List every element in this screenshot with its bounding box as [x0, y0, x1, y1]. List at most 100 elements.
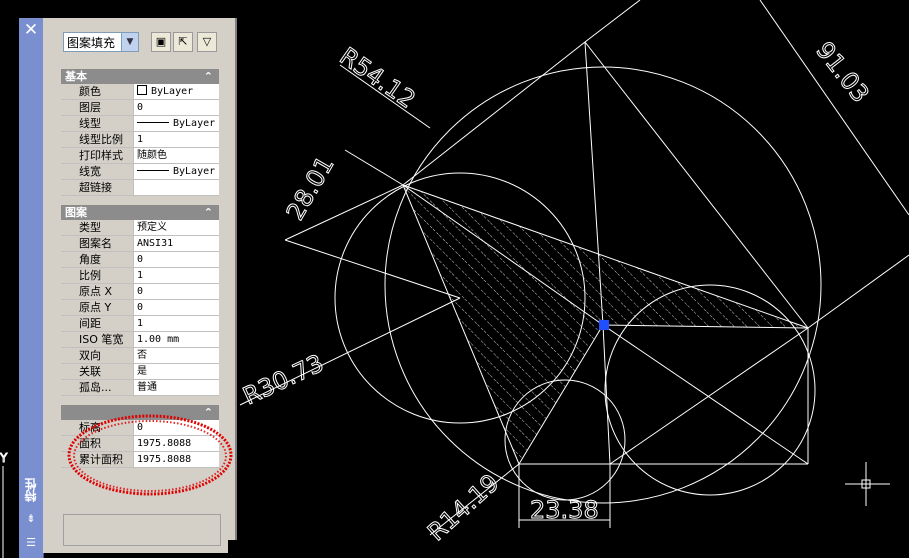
line-sample-icon: [137, 122, 169, 123]
property-row[interactable]: 比例 1: [61, 268, 219, 284]
property-value-text: ByLayer: [173, 166, 216, 177]
property-value[interactable]: 随颜色: [133, 148, 219, 163]
collapse-icon[interactable]: ⌃: [204, 69, 213, 84]
property-name: 角度: [61, 252, 133, 267]
property-name: 累计面积: [61, 452, 133, 467]
property-value[interactable]: ANSI31: [133, 236, 219, 251]
property-row[interactable]: 超链接: [61, 180, 219, 196]
quick-select-icon[interactable]: ▽: [197, 32, 217, 52]
section-basic-header[interactable]: 基本 ⌃: [61, 69, 219, 84]
property-name: 图案名: [61, 236, 133, 251]
line-sample-icon: [137, 170, 169, 171]
property-value[interactable]: 0: [133, 420, 219, 435]
property-value-text: 0: [137, 422, 144, 433]
property-name: 原点 X: [61, 284, 133, 299]
property-row[interactable]: 打印样式 随颜色: [61, 148, 219, 164]
property-value[interactable]: 是: [133, 364, 219, 379]
dim-r3073: R30.73: [239, 349, 328, 410]
property-name: 双向: [61, 348, 133, 363]
property-row[interactable]: 间距 1: [61, 316, 219, 332]
property-value-text: 1975.8088: [137, 438, 192, 449]
property-name: 打印样式: [61, 148, 133, 163]
grip-point[interactable]: [599, 320, 609, 330]
section-pattern-header[interactable]: 图案 ⌃: [61, 205, 219, 220]
property-row[interactable]: 双向否: [61, 348, 219, 364]
select-objects-icon[interactable]: ⇱: [173, 32, 193, 52]
object-type-select[interactable]: 图案填充 ▼: [63, 32, 139, 52]
panel-corner: [228, 540, 238, 558]
section-geometry-header[interactable]: ⌃: [61, 405, 219, 420]
property-value-text: 预定义: [137, 222, 167, 233]
close-icon[interactable]: ✕: [21, 20, 41, 40]
property-value[interactable]: [133, 180, 219, 195]
description-box: [63, 514, 221, 546]
toggle-pickadd-icon[interactable]: ▣: [151, 32, 171, 52]
property-row[interactable]: 累计面积 1975.8088: [61, 452, 219, 468]
property-value[interactable]: 1975.8088: [133, 436, 219, 451]
property-value[interactable]: 1975.8088: [133, 452, 219, 467]
property-value[interactable]: ByLayer: [133, 84, 219, 99]
property-value-text: 1: [137, 318, 144, 329]
section-basic: 基本 ⌃ 颜色 ByLayer 图层 0 线型 ByLayer 线型比例 1 打印样式 随颜色 线宽…: [61, 69, 219, 196]
property-row[interactable]: 图层 0: [61, 100, 219, 116]
property-value[interactable]: 0: [133, 100, 219, 115]
section-geometry: ⌃ 标高 0 面积 1975.8088 累计面积 1975.8088: [61, 405, 219, 468]
property-value-text: 普通: [137, 382, 157, 393]
property-value[interactable]: 预定义: [133, 220, 219, 235]
collapse-icon[interactable]: ⌃: [204, 205, 213, 220]
property-value[interactable]: 1: [133, 316, 219, 331]
property-row[interactable]: 线型 ByLayer: [61, 116, 219, 132]
property-name: 图层: [61, 100, 133, 115]
property-row[interactable]: 角度 0: [61, 252, 219, 268]
property-row[interactable]: 类型 预定义: [61, 220, 219, 236]
property-row[interactable]: 原点 X 0: [61, 284, 219, 300]
properties-panel: 图案填充 ▼ ▣ ⇱ ▽ 基本 ⌃ 颜色 ByLayer 图层 0 线型 ByLayer 线…: [43, 18, 237, 553]
property-row[interactable]: 孤岛... 普通: [61, 380, 219, 396]
property-value-text: ANSI31: [137, 238, 174, 249]
property-name: 超链接: [61, 180, 133, 195]
property-row[interactable]: 原点 Y 0: [61, 300, 219, 316]
autohide-icon[interactable]: ⇟: [23, 512, 39, 526]
property-row[interactable]: 线型比例 1: [61, 132, 219, 148]
panel-toolbar: 图案填充 ▼ ▣ ⇱ ▽: [63, 32, 233, 54]
property-name: 线型比例: [61, 132, 133, 147]
property-name: 类型: [61, 220, 133, 235]
property-name: 比例: [61, 268, 133, 283]
property-value[interactable]: 否: [133, 348, 219, 363]
chevron-down-icon[interactable]: ▼: [121, 33, 138, 51]
property-value[interactable]: 普通: [133, 380, 219, 395]
property-value[interactable]: ByLayer: [133, 116, 219, 131]
property-value-text: ByLayer: [173, 118, 216, 129]
property-value[interactable]: 0: [133, 284, 219, 299]
property-value[interactable]: 1: [133, 268, 219, 283]
property-name: 颜色: [61, 84, 133, 99]
property-row[interactable]: 关联是: [61, 364, 219, 380]
section-basic-title: 基本: [65, 70, 87, 83]
property-value[interactable]: 1: [133, 132, 219, 147]
property-name: 线宽: [61, 164, 133, 179]
property-name: ISO 笔宽: [61, 332, 133, 347]
collapse-icon[interactable]: ⌃: [204, 405, 213, 420]
property-row[interactable]: 颜色 ByLayer: [61, 84, 219, 100]
property-value-text: 0: [137, 302, 144, 313]
section-pattern: 图案 ⌃ 类型 预定义 图案名 ANSI31 角度 0 比例 1 原点 X 0 原点 Y 0 间距 1 IS…: [61, 205, 219, 396]
dim-r1419: R14.19: [422, 469, 504, 547]
property-value-text: 0: [137, 286, 144, 297]
property-row[interactable]: 标高 0: [61, 420, 219, 436]
palette-menu-icon[interactable]: ☰: [23, 536, 39, 550]
property-name: 面积: [61, 436, 133, 451]
property-name: 关联: [61, 364, 133, 379]
property-name: 间距: [61, 316, 133, 331]
property-value[interactable]: 0: [133, 252, 219, 267]
property-value[interactable]: 0: [133, 300, 219, 315]
property-row[interactable]: 面积 1975.8088: [61, 436, 219, 452]
property-row[interactable]: ISO 笔宽 1.00 mm: [61, 332, 219, 348]
property-value[interactable]: 1.00 mm: [133, 332, 219, 347]
property-name: 线型: [61, 116, 133, 131]
palette-title: 特性: [24, 478, 38, 502]
property-row[interactable]: 图案名 ANSI31: [61, 236, 219, 252]
property-value-text: ByLayer: [151, 86, 194, 97]
property-name: 原点 Y: [61, 300, 133, 315]
property-row[interactable]: 线宽 ByLayer: [61, 164, 219, 180]
property-value[interactable]: ByLayer: [133, 164, 219, 179]
